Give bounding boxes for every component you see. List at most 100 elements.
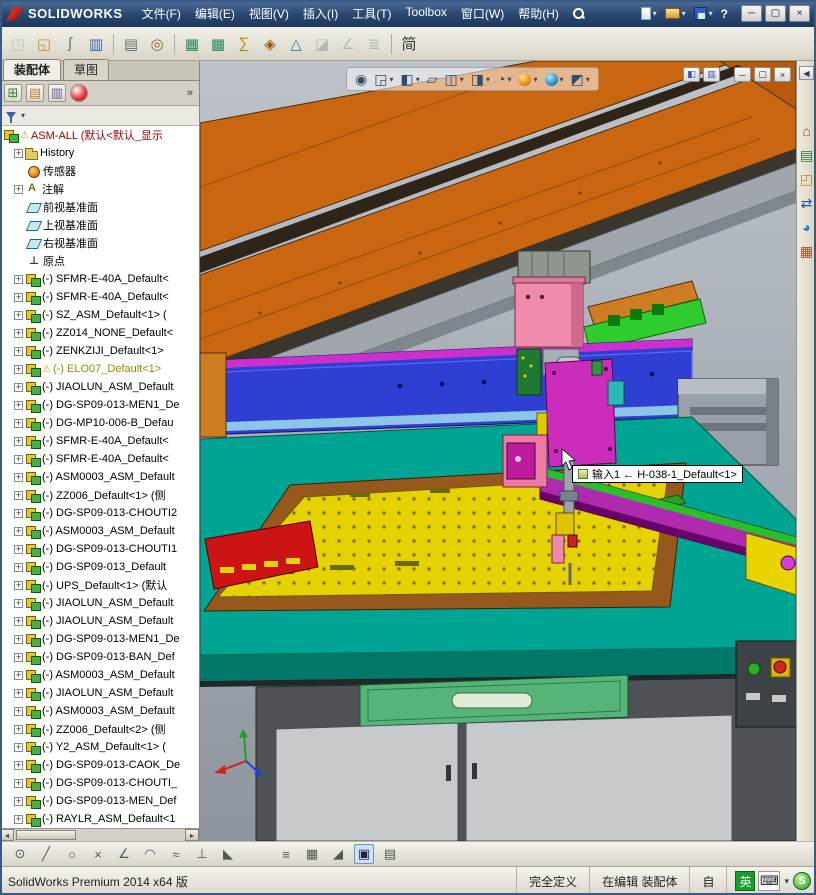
minimize-button[interactable]: ─ xyxy=(741,5,762,22)
save-button[interactable]: ▾ xyxy=(691,4,716,24)
expand-toggle[interactable]: + xyxy=(14,274,23,284)
tree-item[interactable]: + 注解 xyxy=(0,180,199,198)
tree-item[interactable]: + (-) ZZ006_Default<1> (侧 xyxy=(0,486,199,504)
menu-item-7[interactable]: 帮助(H) xyxy=(511,2,566,25)
measure-icon[interactable]: ▱ xyxy=(427,71,438,88)
tree-root-item[interactable]: ⚠ ASM-ALL (默认<默认_显示 xyxy=(0,126,199,144)
menu-item-5[interactable]: Toolbox xyxy=(399,2,454,25)
tree-item[interactable]: + (-) RAYLR_ASM_Default<1 xyxy=(0,810,199,828)
menu-item-1[interactable]: 编辑(E) xyxy=(188,2,242,25)
bom-table-icon[interactable]: ▦ xyxy=(180,32,204,56)
close-button[interactable]: × xyxy=(789,5,810,22)
tree-item[interactable]: + (-) JIAOLUN_ASM_Default xyxy=(0,612,199,630)
exploded-view-icon[interactable]: △ xyxy=(284,32,308,56)
scroll-thumb[interactable] xyxy=(16,830,76,840)
ime-icon[interactable]: S xyxy=(793,872,811,890)
zoom-fit-icon[interactable]: ◉ xyxy=(355,71,367,88)
tree-item[interactable]: + (-) DG-SP09-013-MEN1_De xyxy=(0,630,199,648)
language-english-badge[interactable]: 英 xyxy=(735,871,756,891)
tree-item[interactable]: + (-) JIAOLUN_ASM_Default xyxy=(0,378,199,396)
equations-icon[interactable]: ∑ xyxy=(232,32,256,56)
doc-close-button[interactable]: × xyxy=(774,67,791,82)
tree-item[interactable]: + (-) ASM0003_ASM_Default xyxy=(0,666,199,684)
expand-toggle[interactable]: + xyxy=(14,184,23,194)
tree-item[interactable]: + (-) DG-SP09-013-BAN_Def xyxy=(0,648,199,666)
collapse-taskpane-button[interactable]: ◀ xyxy=(799,66,814,80)
scroll-right-button[interactable]: ▸ xyxy=(185,829,199,841)
tree-item[interactable]: + (-) ZENKZIJI_Default<1> xyxy=(0,342,199,360)
tree-item[interactable]: + (-) SZ_ASM_Default<1> ( xyxy=(0,306,199,324)
tree-filter[interactable]: ▾ xyxy=(0,106,199,126)
expand-toggle[interactable]: + xyxy=(14,670,23,680)
language-pack-icon[interactable]: 简 xyxy=(397,32,421,56)
maximize-button[interactable]: ▢ xyxy=(765,5,786,22)
tree-item[interactable]: + (-) ZZ014_NONE_Default< xyxy=(0,324,199,342)
expand-toggle[interactable]: + xyxy=(14,598,23,608)
tree-item[interactable]: 前视基准面 xyxy=(0,198,199,216)
scroll-left-button[interactable]: ◂ xyxy=(0,829,14,841)
insert-component-icon[interactable]: ◱ xyxy=(32,32,56,56)
expand-toggle[interactable]: + xyxy=(14,292,23,302)
dimxpert-tab-icon[interactable] xyxy=(70,84,88,102)
perpendicular-icon[interactable]: ⊥ xyxy=(192,844,212,864)
tab-assembly[interactable]: 装配体 xyxy=(3,59,62,80)
tree-hscrollbar[interactable]: ◂ ▸ xyxy=(0,828,199,841)
tree-item[interactable]: + (-) DG-MP10-006-B_Defau xyxy=(0,414,199,432)
circle-icon[interactable]: ○ xyxy=(62,844,82,864)
slope-icon[interactable]: ◢ xyxy=(328,844,348,864)
tree-item[interactable]: + (-) DG-SP09-013-CAOK_De xyxy=(0,756,199,774)
expand-toggle[interactable]: + xyxy=(14,796,23,806)
zoom-area-icon[interactable]: ◲ ▾ xyxy=(374,71,393,88)
display-style-icon[interactable]: ◨ ▾ xyxy=(471,71,490,88)
tree-item[interactable]: + (-) UPS_Default<1> (默认 xyxy=(0,576,199,594)
expand-toggle[interactable]: + xyxy=(14,328,23,338)
expand-toggle[interactable]: + xyxy=(14,580,23,590)
expand-toggle[interactable]: + xyxy=(14,616,23,626)
tree-item[interactable]: + (-) DG-SP09-013-CHOUTI_ xyxy=(0,774,199,792)
corner-icon[interactable]: ◣ xyxy=(218,844,238,864)
menu-item-6[interactable]: 窗口(W) xyxy=(454,2,511,25)
angle-icon[interactable]: ∠ xyxy=(114,844,134,864)
interference-check-icon[interactable]: ◪ xyxy=(310,32,334,56)
view-settings-icon[interactable]: ◩ ▾ xyxy=(571,71,590,88)
tree-item[interactable]: 传感器 xyxy=(0,162,199,180)
tree-item[interactable]: + (-) SFMR-E-40A_Default< xyxy=(0,450,199,468)
expand-toggle[interactable]: + xyxy=(14,148,23,158)
print-icon[interactable]: ▤ xyxy=(119,32,143,56)
tree-item[interactable]: + (-) DG-SP09-013_Default xyxy=(0,558,199,576)
expand-toggle[interactable]: + xyxy=(14,508,23,518)
tree-item[interactable]: + (-) DG-SP09-013-CHOUTI2 xyxy=(0,504,199,522)
tree-item[interactable]: + (-) DG-SP09-013-CHOUTI1 xyxy=(0,540,199,558)
expand-toggle[interactable]: + xyxy=(14,652,23,662)
show-featuremanager-pane-icon[interactable]: ◧ xyxy=(683,67,700,82)
arc-icon[interactable]: ◠ xyxy=(140,844,160,864)
tree-item[interactable]: + (-) ASM0003_ASM_Default xyxy=(0,702,199,720)
grid-icon[interactable]: ▦ xyxy=(302,844,322,864)
tree-item[interactable]: + ⚠ (-) ELO07_Default<1> xyxy=(0,360,199,378)
tree-item[interactable]: + (-) ASM0003_ASM_Default xyxy=(0,522,199,540)
custom-properties-icon[interactable]: ▦ xyxy=(800,244,813,258)
expand-toggle[interactable]: + xyxy=(14,724,23,734)
expand-toggle[interactable]: + xyxy=(14,490,23,500)
quick-snaps-icon[interactable]: ▣ xyxy=(354,844,374,864)
edit-component-icon[interactable]: ◳ xyxy=(6,32,30,56)
menu-item-3[interactable]: 插入(I) xyxy=(296,2,345,25)
design-library-icon[interactable]: ▤ xyxy=(800,148,813,162)
control-panel[interactable] xyxy=(735,640,796,728)
edit-appearance-icon[interactable]: ▾ xyxy=(518,72,538,86)
tree-item[interactable]: + (-) SFMR-E-40A_Default< xyxy=(0,432,199,450)
tree-item[interactable]: + (-) SFMR-E-40A_Default< xyxy=(0,288,199,306)
menu-item-0[interactable]: 文件(F) xyxy=(135,2,188,25)
point-icon[interactable]: ⊙ xyxy=(10,844,30,864)
expand-toggle[interactable]: + xyxy=(14,346,23,356)
expand-toggle[interactable]: + xyxy=(14,310,23,320)
tree-item[interactable]: 上视基准面 xyxy=(0,216,199,234)
expand-toggle[interactable]: + xyxy=(14,706,23,716)
open-document-button[interactable]: ▾ xyxy=(662,4,689,24)
tree-item[interactable]: + (-) DG-SP09-013-MEN_Def xyxy=(0,792,199,810)
evaluate-icon[interactable]: ◎ xyxy=(145,32,169,56)
keyboard-icon[interactable]: ⌨ xyxy=(758,871,781,891)
expand-toggle[interactable]: + xyxy=(14,436,23,446)
panel-expand-chevron[interactable]: » xyxy=(187,87,195,99)
expand-toggle[interactable]: + xyxy=(14,760,23,770)
